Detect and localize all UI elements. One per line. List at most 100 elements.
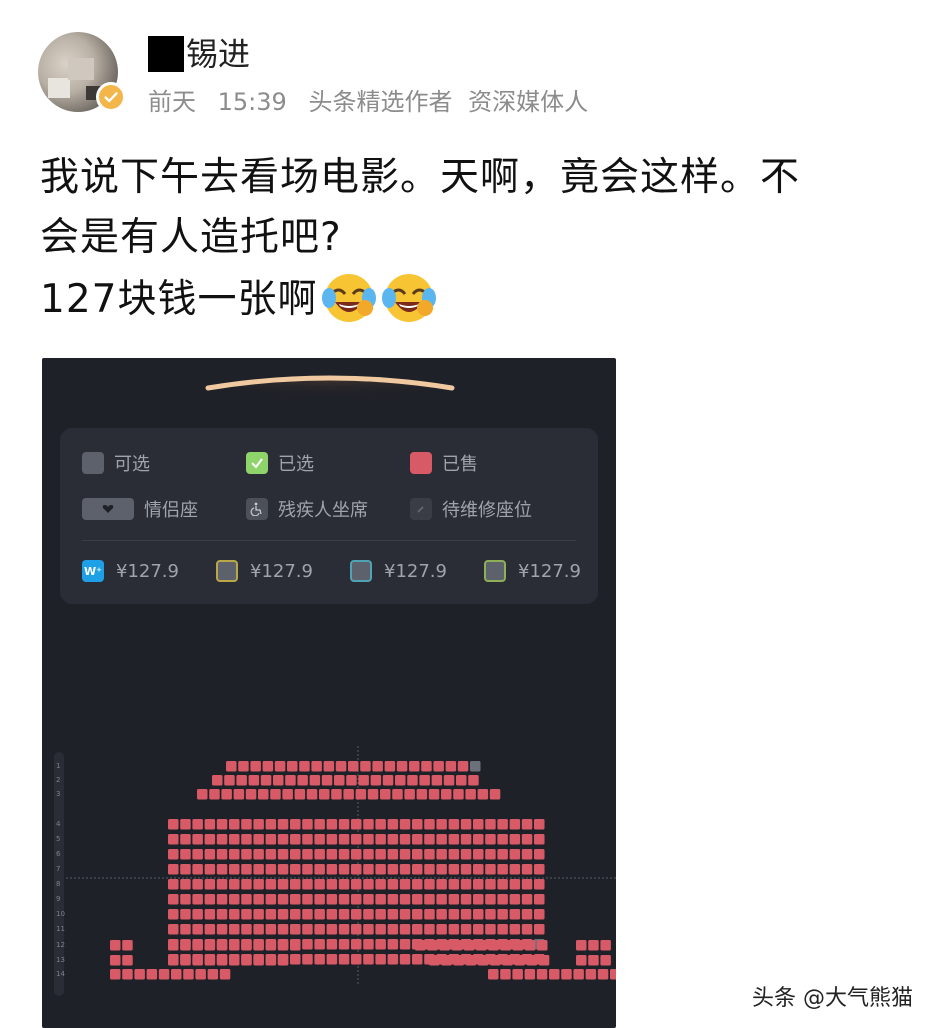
sold-seat[interactable] xyxy=(274,761,286,772)
sold-seat[interactable] xyxy=(229,819,240,830)
sold-seat[interactable] xyxy=(204,879,216,890)
sold-seat[interactable] xyxy=(588,955,599,966)
sold-seat[interactable] xyxy=(302,954,313,965)
sold-seat[interactable] xyxy=(343,789,354,800)
sold-seat[interactable] xyxy=(110,955,121,966)
sold-seat[interactable] xyxy=(314,894,325,905)
sold-seat[interactable] xyxy=(387,879,399,890)
sold-seat[interactable] xyxy=(392,789,403,800)
sold-seat[interactable] xyxy=(363,819,374,830)
sold-seat[interactable] xyxy=(180,834,191,845)
sold-seat[interactable] xyxy=(576,940,587,951)
sold-seat[interactable] xyxy=(180,940,191,951)
sold-seat[interactable] xyxy=(372,761,383,772)
sold-seat[interactable] xyxy=(473,924,484,935)
sold-seat[interactable] xyxy=(521,834,533,845)
sold-seat[interactable] xyxy=(229,834,240,845)
sold-seat[interactable] xyxy=(168,879,179,890)
sold-seat[interactable] xyxy=(168,955,179,966)
sold-seat[interactable] xyxy=(453,789,464,800)
sold-seat[interactable] xyxy=(351,819,362,830)
sold-seat[interactable] xyxy=(509,864,521,875)
sold-seat[interactable] xyxy=(363,954,374,965)
sold-seat[interactable] xyxy=(497,879,508,890)
sold-seat[interactable] xyxy=(277,849,289,860)
sold-seat[interactable] xyxy=(399,879,411,890)
sold-seat[interactable] xyxy=(192,879,203,890)
sold-seat[interactable] xyxy=(241,924,252,935)
sold-seat[interactable] xyxy=(375,879,386,890)
sold-seat[interactable] xyxy=(204,834,216,845)
sold-seat[interactable] xyxy=(534,849,545,860)
sold-seat[interactable] xyxy=(122,969,133,980)
sold-seat[interactable] xyxy=(326,954,338,965)
sold-seat[interactable] xyxy=(399,864,411,875)
sold-seat[interactable] xyxy=(168,849,179,860)
sold-seat[interactable] xyxy=(399,954,411,965)
sold-seat[interactable] xyxy=(245,789,257,800)
sold-seat[interactable] xyxy=(253,894,264,905)
sold-seat[interactable] xyxy=(573,969,584,980)
sold-seat[interactable] xyxy=(534,864,545,875)
sold-seat[interactable] xyxy=(512,969,523,980)
sold-seat[interactable] xyxy=(375,909,386,920)
sold-seat[interactable] xyxy=(477,955,489,966)
sold-seat[interactable] xyxy=(241,894,252,905)
sold-seat[interactable] xyxy=(424,834,435,845)
sold-seat[interactable] xyxy=(536,969,548,980)
sold-seat[interactable] xyxy=(192,909,203,920)
sold-seat[interactable] xyxy=(258,789,269,800)
sold-seat[interactable] xyxy=(309,775,321,786)
sold-seat[interactable] xyxy=(375,894,386,905)
sold-seat[interactable] xyxy=(424,924,435,935)
sold-seat[interactable] xyxy=(277,955,289,966)
sold-seat[interactable] xyxy=(168,834,179,845)
sold-seat[interactable] xyxy=(180,879,191,890)
sold-seat[interactable] xyxy=(363,879,374,890)
sold-seat[interactable] xyxy=(338,819,350,830)
sold-seat[interactable] xyxy=(387,849,399,860)
sold-seat[interactable] xyxy=(229,849,240,860)
sold-seat[interactable] xyxy=(363,864,374,875)
sold-seat[interactable] xyxy=(370,775,382,786)
sold-seat[interactable] xyxy=(241,864,252,875)
sold-seat[interactable] xyxy=(399,939,411,950)
sold-seat[interactable] xyxy=(216,955,228,966)
sold-seat[interactable] xyxy=(477,789,489,800)
sold-seat[interactable] xyxy=(436,864,447,875)
sold-seat[interactable] xyxy=(412,879,423,890)
sold-seat[interactable] xyxy=(500,969,511,980)
sold-seat[interactable] xyxy=(351,939,362,950)
sold-seat[interactable] xyxy=(445,761,457,772)
sold-seat[interactable] xyxy=(314,924,325,935)
sold-seat[interactable] xyxy=(260,775,272,786)
sold-seat[interactable] xyxy=(436,819,447,830)
sold-seat[interactable] xyxy=(192,940,203,951)
sold-seat[interactable] xyxy=(514,955,525,966)
sold-seat[interactable] xyxy=(375,834,386,845)
sold-seat[interactable] xyxy=(229,879,240,890)
sold-seat[interactable] xyxy=(585,969,597,980)
sold-seat[interactable] xyxy=(216,879,228,890)
sold-seat[interactable] xyxy=(534,879,545,890)
sold-seat[interactable] xyxy=(338,834,350,845)
sold-seat[interactable] xyxy=(351,849,362,860)
sold-seat[interactable] xyxy=(433,761,444,772)
sold-seat[interactable] xyxy=(326,834,338,845)
sold-seat[interactable] xyxy=(509,849,521,860)
sold-seat[interactable] xyxy=(192,834,203,845)
sold-seat[interactable] xyxy=(485,909,496,920)
sold-seat[interactable] xyxy=(241,834,252,845)
sold-seat[interactable] xyxy=(416,789,428,800)
sold-seat[interactable] xyxy=(509,819,521,830)
sold-seat[interactable] xyxy=(399,924,411,935)
sold-seat[interactable] xyxy=(502,955,513,966)
sold-seat[interactable] xyxy=(521,819,533,830)
sold-seat[interactable] xyxy=(216,864,228,875)
sold-seat[interactable] xyxy=(110,969,121,980)
sold-seat[interactable] xyxy=(285,775,296,786)
sold-seat[interactable] xyxy=(351,894,362,905)
sold-seat[interactable] xyxy=(314,819,325,830)
sold-seat[interactable] xyxy=(229,864,240,875)
sold-seat[interactable] xyxy=(509,909,521,920)
